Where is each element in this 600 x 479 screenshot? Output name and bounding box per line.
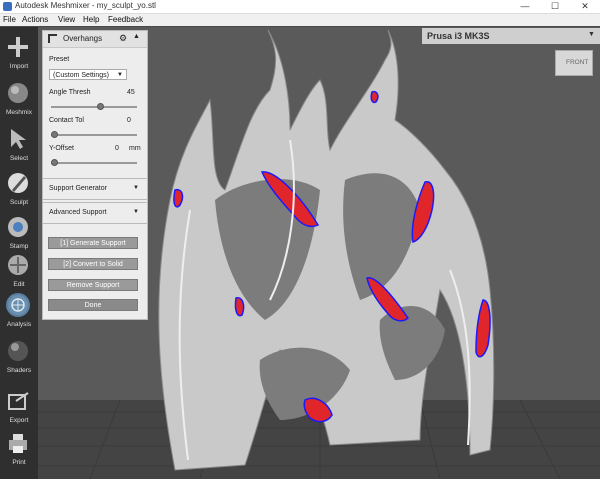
tool-sidebar: Import Meshmix Select Sculpt Stamp Edit …: [0, 27, 38, 479]
menu-feedback[interactable]: Feedback: [108, 15, 143, 24]
overhang-icon: [48, 34, 57, 43]
export-icon: [8, 392, 29, 410]
tool-select[interactable]: Select: [0, 123, 38, 167]
view-cube-label: FRONT: [566, 59, 589, 66]
view-cube[interactable]: FRONT: [555, 50, 593, 76]
support-generator-label: Support Generator: [49, 185, 107, 192]
meshmixer-app-icon: [3, 2, 12, 11]
tool-select-label: Select: [9, 155, 29, 162]
close-button[interactable]: ✕: [570, 0, 600, 13]
printer-name: Prusa i3 MK3S: [427, 31, 490, 41]
tool-print[interactable]: Print: [0, 427, 38, 471]
gear-icon[interactable]: ⚙: [119, 33, 127, 44]
tool-print-label: Print: [12, 459, 26, 466]
tool-edit-label: Edit: [13, 281, 25, 288]
chevron-down-icon: ▼: [133, 209, 139, 215]
preset-value: (Custom Settings): [53, 72, 110, 79]
menu-file[interactable]: File: [3, 15, 16, 24]
tool-shaders-label: Shaders: [6, 367, 32, 374]
printer-icon: [9, 434, 27, 453]
analysis-icon: [6, 293, 30, 317]
chevron-down-icon: ▼: [117, 72, 123, 78]
y-offset-unit: mm: [129, 145, 141, 152]
menu-actions[interactable]: Actions: [22, 15, 48, 24]
y-offset-value: 0: [115, 145, 119, 152]
tool-meshmix[interactable]: Meshmix: [0, 77, 38, 121]
advanced-support-section[interactable]: Advanced Support ▼: [42, 202, 148, 224]
y-offset-slider[interactable]: [51, 159, 137, 166]
chevron-down-icon: ▼: [588, 31, 595, 38]
advanced-support-label: Advanced Support: [49, 209, 107, 216]
angle-thresh-knob[interactable]: [97, 103, 104, 110]
tool-import[interactable]: Import: [0, 31, 38, 75]
sphere-icon: [8, 341, 28, 361]
menu-help[interactable]: Help: [83, 15, 99, 24]
menu-view[interactable]: View: [58, 15, 75, 24]
contact-tol-value: 0: [127, 117, 131, 124]
remove-support-button[interactable]: Remove Support: [48, 279, 138, 291]
window-title: Autodesk Meshmixer - my_sculpt_yo.stl: [15, 1, 156, 10]
angle-thresh-slider[interactable]: [51, 103, 137, 110]
title-bar: Autodesk Meshmixer - my_sculpt_yo.stl — …: [0, 0, 600, 14]
plus-icon: [8, 37, 28, 57]
tool-meshmix-label: Meshmix: [5, 109, 32, 116]
tool-analysis-label: Analysis: [6, 321, 32, 328]
generate-support-button[interactable]: [1] Generate Support: [48, 237, 138, 249]
tool-import-label: Import: [9, 63, 29, 70]
menu-bar: File Actions View Help Feedback: [0, 14, 600, 26]
tool-analysis[interactable]: Analysis: [0, 289, 38, 333]
overhangs-header[interactable]: Overhangs ⚙ ▲: [43, 31, 147, 48]
overhangs-panel: Overhangs ⚙ ▲ Preset (Custom Settings) ▼…: [42, 30, 148, 320]
angle-thresh-label: Angle Thresh: [49, 89, 91, 96]
angle-thresh-value: 45: [127, 89, 135, 96]
meshmix-icon: [8, 83, 28, 103]
contact-tol-knob[interactable]: [51, 131, 58, 138]
preset-select[interactable]: (Custom Settings) ▼: [49, 69, 127, 80]
contact-tol-slider[interactable]: [51, 131, 137, 138]
collapse-icon[interactable]: ▲: [133, 33, 140, 40]
convert-to-solid-button[interactable]: [2] Convert to Solid: [48, 258, 138, 270]
tool-edit[interactable]: Edit: [0, 249, 38, 293]
tool-sculpt-label: Sculpt: [9, 199, 29, 206]
maximize-button[interactable]: ☐: [540, 0, 570, 13]
preset-label: Preset: [49, 56, 70, 63]
y-offset-label: Y-Offset: [49, 145, 74, 152]
tool-export-label: Export: [9, 417, 29, 424]
edit-icon: [8, 255, 28, 275]
support-generator-section[interactable]: Support Generator ▼: [42, 178, 148, 200]
chevron-down-icon: ▼: [133, 185, 139, 191]
panel-title: Overhangs: [63, 34, 103, 43]
stamp-icon: [8, 217, 28, 237]
minimize-button[interactable]: —: [510, 0, 540, 13]
tool-sculpt[interactable]: Sculpt: [0, 167, 38, 211]
tool-shaders[interactable]: Shaders: [0, 335, 38, 379]
cursor-icon: [11, 129, 26, 149]
printer-selector[interactable]: Prusa i3 MK3S ▼: [422, 28, 600, 44]
contact-tol-label: Contact Tol: [49, 117, 84, 124]
done-button[interactable]: Done: [48, 299, 138, 311]
brush-icon: [8, 173, 28, 193]
tool-export[interactable]: Export: [0, 385, 38, 429]
y-offset-knob[interactable]: [51, 159, 58, 166]
